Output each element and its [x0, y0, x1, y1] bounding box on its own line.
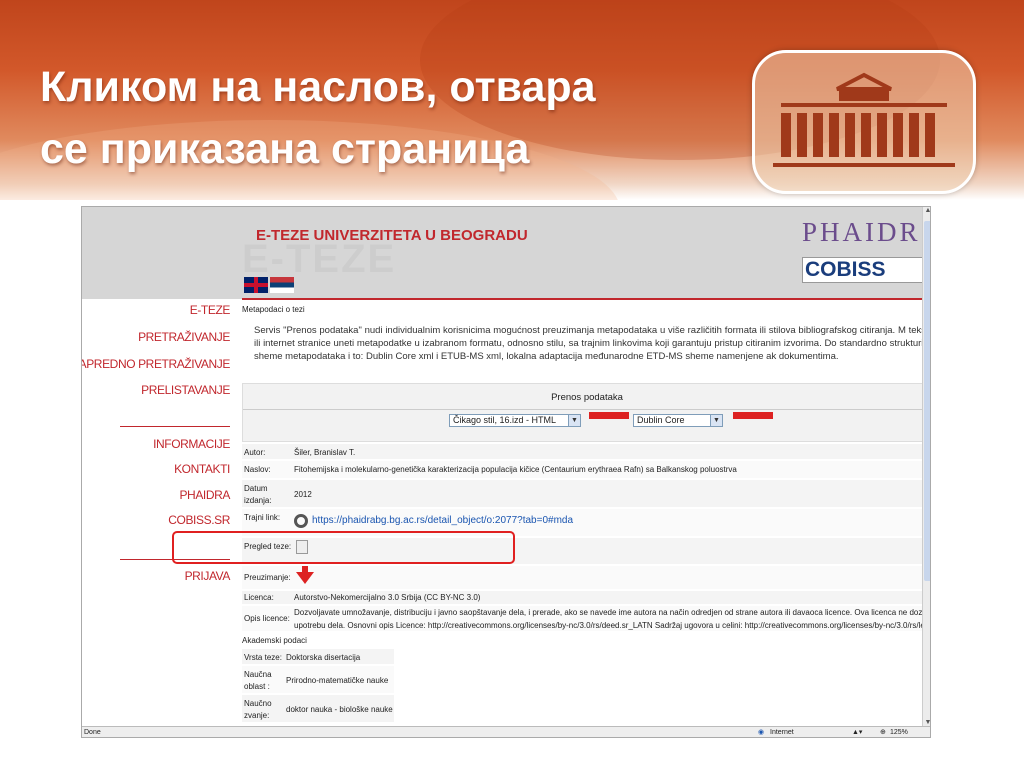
row-value: Fitohemijska i molekularno-genetička kar…: [294, 465, 737, 474]
metadata-schema-value: Dublin Core: [637, 415, 685, 425]
metadata-content: Metapodaci o tezi Servis "Prenos podatak…: [240, 299, 931, 729]
chevron-down-icon: ▼: [710, 415, 722, 426]
flag-uk-icon[interactable]: [244, 277, 268, 293]
row-key: Naučno zvanje:: [244, 699, 272, 720]
arrow-head: [296, 572, 314, 584]
row-value: Šiler, Branislav T.: [294, 448, 356, 457]
site-title[interactable]: E-TEZE UNIVERZITETA U BEOGRADU: [256, 227, 528, 244]
sidebar-item-phaidra[interactable]: PHAIDRA: [179, 488, 230, 502]
sidebar-item-pretrazivanje[interactable]: PRETRAŽIVANJE: [138, 330, 230, 344]
row-value: doktor nauka - biološke nauke: [286, 705, 393, 714]
globe-icon: ◉: [758, 729, 765, 736]
sidebar-item-cobiss[interactable]: COBISS.SR: [168, 513, 230, 527]
link-chain-icon: [294, 514, 308, 528]
highlight-box: [172, 531, 515, 564]
chevron-down-icon: ▼: [568, 415, 580, 426]
row-key: Licenca:: [244, 593, 274, 602]
download-schema-icon[interactable]: [733, 412, 773, 419]
download-citation-icon[interactable]: [589, 412, 629, 419]
export-panel: Prenos podataka Čikago stil, 16.izd - HT…: [242, 383, 930, 442]
protected-mode-icon[interactable]: ▲▾: [852, 727, 862, 737]
language-flags: [244, 277, 296, 293]
citation-style-select[interactable]: Čikago stil, 16.izd - HTML ▼: [449, 414, 581, 427]
cobiss-logo[interactable]: COBISS: [802, 257, 930, 283]
row-key: Vrsta teze:: [244, 653, 282, 662]
sidebar-item-e-teze[interactable]: E-TEZE: [190, 303, 231, 317]
scroll-up-icon[interactable]: ▲: [923, 207, 930, 217]
site-banner: E-TEZE E-TEZE UNIVERZITETA U BEOGRADU PH…: [82, 207, 930, 299]
slide-title-line2: се приказана страница: [40, 125, 530, 173]
sidebar-nav: E-TEZE PRETRAŽIVANJE NAPREDNO PRETRAŽIVA…: [82, 299, 234, 729]
row-vrsta: Vrsta teze: Doktorska disertacija: [242, 649, 394, 665]
university-building-logo: [752, 50, 976, 194]
browser-statusbar: Done ◉ Internet ▲▾ ⊕ 125%: [82, 726, 930, 737]
scrollbar-thumb[interactable]: [924, 221, 930, 581]
row-value: Prirodno-matematičke nauke: [286, 676, 389, 685]
permanent-link[interactable]: https://phaidrabg.bg.ac.rs/detail_object…: [294, 514, 573, 528]
citation-style-value: Čikago stil, 16.izd - HTML: [453, 415, 557, 425]
building-icon: [773, 72, 955, 167]
export-divider: [243, 409, 930, 410]
row-key: Preuzimanje:: [244, 573, 291, 582]
row-value: Dozvoljavate umnožavanje, distribuciju i…: [294, 608, 931, 617]
permanent-link-url[interactable]: https://phaidrabg.bg.ac.rs/detail_object…: [312, 515, 573, 526]
slide-header: Кликом на наслов, отвара се приказана ст…: [0, 0, 1024, 200]
row-key: Autor:: [244, 448, 266, 457]
row-value: Autorstvo-Nekomercijalno 3.0 Srbija (CC …: [294, 593, 481, 602]
sidebar-item-napredno[interactable]: NAPREDNO PRETRAŽIVANJE: [82, 357, 230, 371]
row-naslov: Naslov: Fitohemijska i molekularno-genet…: [242, 461, 930, 479]
row-oblast: Naučna oblast : Prirodno-matematičke nau…: [242, 666, 394, 694]
row-value: 2012: [294, 490, 312, 499]
service-intro: Servis "Prenos podataka" nudi individual…: [254, 325, 931, 362]
sidebar-item-prelistavanje[interactable]: PRELISTAVANJE: [141, 383, 230, 397]
browser-screenshot: E-TEZE E-TEZE UNIVERZITETA U BEOGRADU PH…: [81, 206, 931, 738]
row-key: Datum izdanja:: [244, 484, 272, 505]
status-text: Done: [84, 729, 101, 736]
row-autor: Autor: Šiler, Branislav T.: [242, 444, 930, 460]
row-zvanje: Naučno zvanje: doktor nauka - biološke n…: [242, 695, 394, 723]
row-preuzimanje: Preuzimanje:: [242, 566, 930, 590]
row-key: Naslov:: [244, 465, 271, 474]
row-value: Doktorska disertacija: [286, 653, 361, 662]
export-title: Prenos podataka: [551, 392, 623, 403]
sidebar-item-kontakti[interactable]: KONTAKTI: [174, 462, 230, 476]
slide-title-line1: Кликом на наслов, отвара: [40, 63, 596, 111]
academic-heading: Akademski podaci: [242, 636, 307, 645]
sidebar-item-informacije[interactable]: INFORMACIJE: [153, 437, 230, 451]
vertical-scrollbar[interactable]: ▲ ▼: [922, 207, 930, 729]
status-zone: Internet: [770, 729, 794, 736]
zoom-icon[interactable]: ⊕: [880, 727, 886, 737]
metadata-heading: Metapodaci o tezi: [242, 305, 305, 314]
row-value: upotrebu dela. Osnovni opis Licence: htt…: [294, 621, 931, 630]
row-datum: Datum izdanja: 2012: [242, 480, 930, 508]
row-key: Trajni link:: [244, 513, 281, 522]
row-key: Naučna oblast :: [244, 670, 272, 691]
row-opis: Opis licence: Dozvoljavate umnožavanje, …: [242, 606, 931, 632]
flag-rs-icon[interactable]: [270, 277, 294, 293]
zoom-level[interactable]: 125%: [890, 727, 908, 737]
sidebar-item-prijava[interactable]: PRIJAVA: [185, 569, 231, 583]
slide-title: Кликом на наслов, отвара се приказана ст…: [40, 56, 720, 180]
sidebar-divider: [120, 426, 230, 427]
row-key: Opis licence:: [244, 614, 290, 623]
metadata-schema-select[interactable]: Dublin Core ▼: [633, 414, 723, 427]
phaidra-logo[interactable]: PHAIDR: [802, 217, 930, 247]
row-licenca: Licenca: Autorstvo-Nekomercijalno 3.0 Sr…: [242, 591, 930, 605]
